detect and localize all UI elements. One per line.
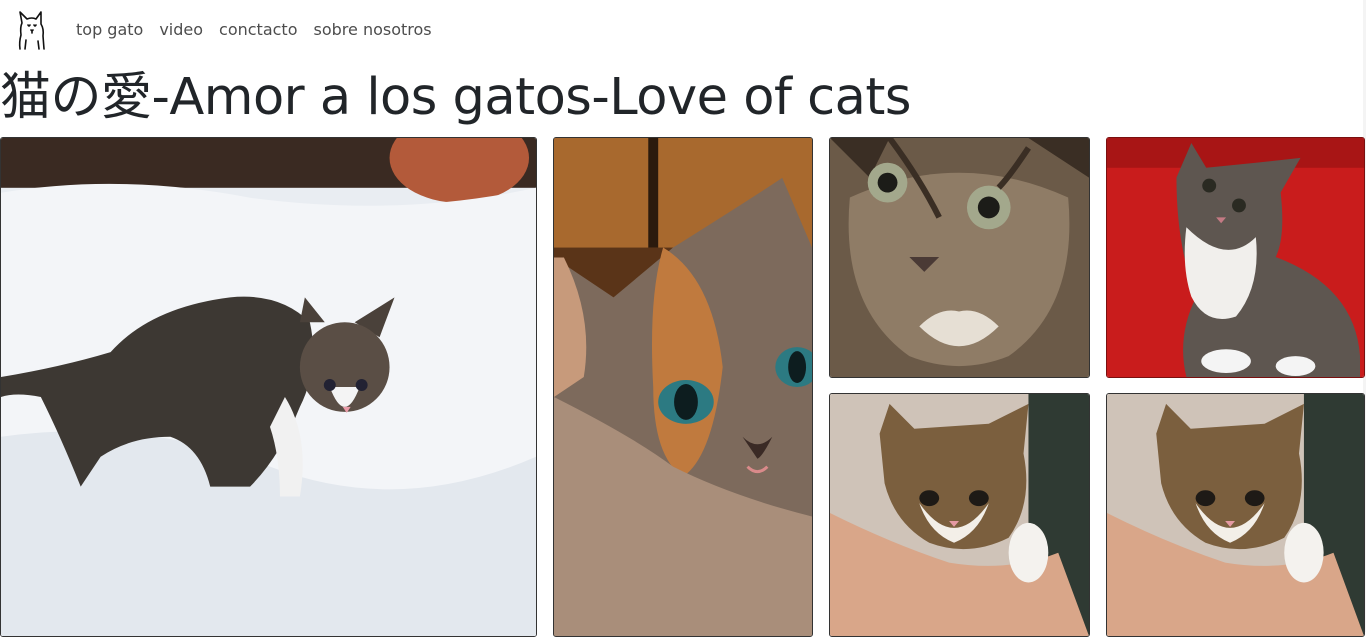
cat-icon[interactable] — [14, 9, 50, 51]
gallery-image-kitten-hand-2[interactable] — [1106, 393, 1365, 637]
navbar: top gato video conctacto sobre nosotros — [0, 0, 1366, 62]
nav-link-top-gato[interactable]: top gato — [76, 19, 143, 41]
gallery-image-tabby-face[interactable] — [829, 137, 1090, 378]
gallery-image-calico-kitten[interactable] — [553, 137, 813, 637]
gallery-image-kitten-snow[interactable] — [0, 137, 537, 637]
nav-link-sobre-nosotros[interactable]: sobre nosotros — [314, 19, 432, 41]
nav-link-contacto[interactable]: conctacto — [219, 19, 297, 41]
gallery-image-tabby-red[interactable] — [1106, 137, 1365, 378]
gallery-image-kitten-hand[interactable] — [829, 393, 1090, 637]
page-title: 猫の愛-Amor a los gatos-Love of cats — [0, 68, 912, 127]
nav-links: top gato video conctacto sobre nosotros — [76, 19, 448, 41]
nav-link-video[interactable]: video — [159, 19, 203, 41]
